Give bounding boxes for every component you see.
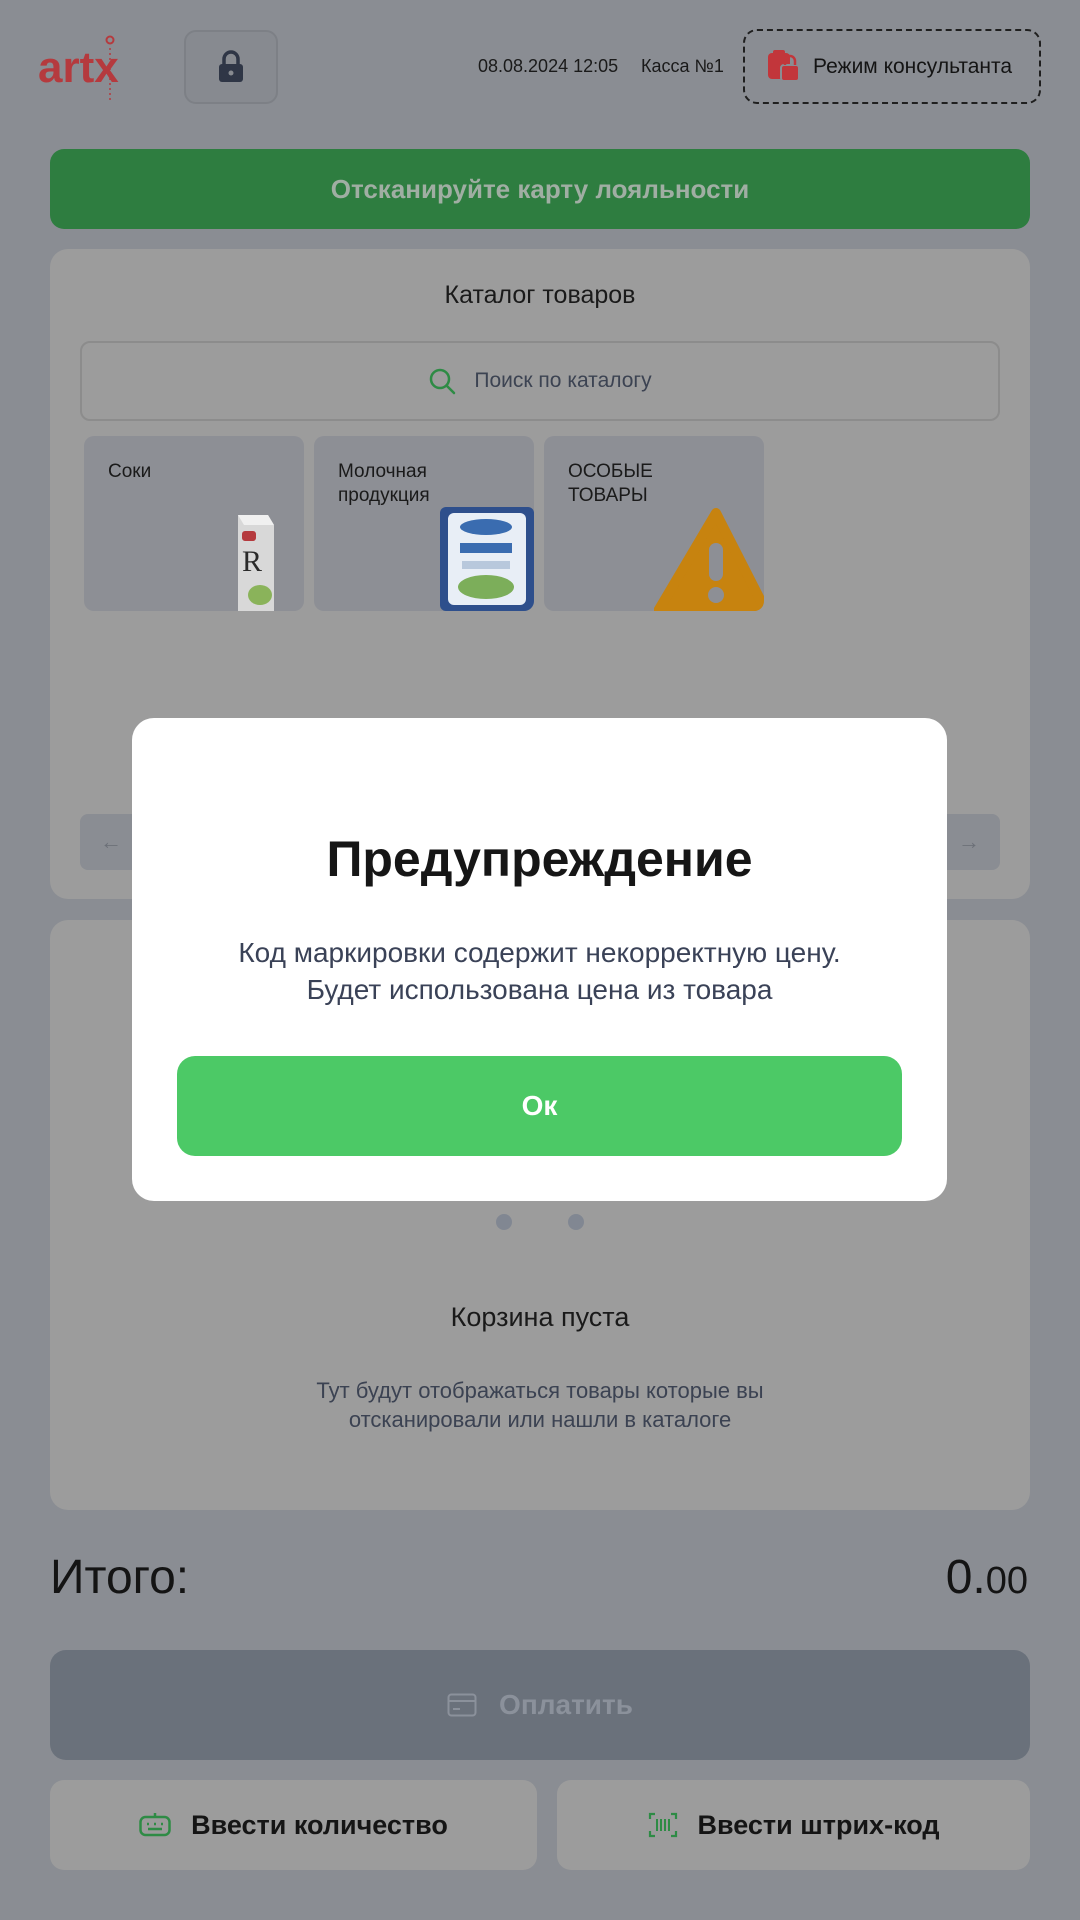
total-label: Итого: <box>50 1551 190 1604</box>
enter-barcode-button[interactable]: Ввести штрих-код <box>557 1780 1030 1870</box>
warning-icon <box>654 508 764 611</box>
total-cents: 00 <box>985 1560 1028 1602</box>
category-tile-juices[interactable]: Соки R <box>84 436 304 611</box>
enter-barcode-label: Ввести штрих-код <box>697 1809 940 1840</box>
page-dot[interactable] <box>568 1214 584 1230</box>
total-amount: 0.00 <box>946 1550 1028 1605</box>
consultant-mode-label: Режим консультанта <box>813 54 1013 78</box>
dialog-message-line-1: Код маркировки содержит некорректную цен… <box>238 937 841 968</box>
search-placeholder: Поиск по каталогу <box>474 369 652 392</box>
pay-label: Оплатить <box>499 1689 633 1720</box>
enter-quantity-label: Ввести количество <box>191 1809 448 1840</box>
svg-text:R: R <box>242 545 262 578</box>
consultant-icon <box>768 49 800 82</box>
ok-label: Ок <box>521 1090 558 1121</box>
category-tile-dairy[interactable]: Молочная продукция <box>314 436 534 611</box>
total-whole: 0. <box>945 1551 986 1604</box>
logo-text: artx <box>38 43 119 92</box>
lock-icon <box>219 50 243 82</box>
lock-button[interactable] <box>184 30 278 104</box>
consultant-mode-button[interactable]: Режим консультанта <box>743 29 1041 104</box>
page-dot[interactable] <box>496 1214 512 1230</box>
catalog-search-input[interactable]: Поиск по каталогу <box>80 341 1000 421</box>
artx-logo: artx <box>38 32 148 106</box>
keyboard-icon <box>139 1813 171 1837</box>
page-dots <box>50 1214 1030 1230</box>
juice-carton-image: R <box>238 515 274 611</box>
ok-button[interactable]: Ок <box>177 1056 902 1156</box>
arrow-right-icon: → <box>958 829 980 854</box>
category-name: Соки <box>108 461 152 482</box>
cart-empty-text: Тут будут отображаться товары которые вы… <box>50 1376 1030 1434</box>
milk-pack-image <box>440 507 534 611</box>
loyalty-card-banner[interactable]: Отсканируйте карту лояльности <box>50 149 1030 229</box>
dialog-message-line-2: Будет использована цена из товара <box>306 974 773 1005</box>
cart-empty-title: Корзина пуста <box>450 1302 630 1332</box>
catalog-title: Каталог товаров <box>444 281 636 309</box>
datetime: 08.08.2024 12:05 <box>478 56 619 76</box>
category-tile-special[interactable]: ОСОБЫЕ ТОВАРЫ <box>544 436 764 611</box>
category-tiles: Соки R Молочная продукция ОСОБЫЕ ТОВАРЫ <box>84 436 764 611</box>
catalog-next-button[interactable]: → <box>938 814 1000 870</box>
category-name: ОСОБЫЕ ТОВАРЫ <box>568 461 653 506</box>
arrow-left-icon: ← <box>100 829 122 854</box>
warning-dialog: Предупреждение Код маркировки содержит н… <box>132 718 947 1201</box>
card-icon <box>447 1693 477 1717</box>
loyalty-label: Отсканируйте карту лояльности <box>330 173 750 204</box>
search-icon <box>430 368 456 395</box>
register-number: Касса №1 <box>641 56 724 76</box>
dialog-message: Код маркировки содержит некорректную цен… <box>132 934 947 1008</box>
pay-button[interactable]: Оплатить <box>50 1650 1030 1760</box>
barcode-icon <box>648 1812 677 1838</box>
header: artx 08.08.2024 12:05 Касса №1 Режим кон… <box>0 0 1080 140</box>
dialog-title: Предупреждение <box>326 831 753 887</box>
cart-empty-text-content: Тут будут отображаться товары которые вы… <box>316 1378 764 1432</box>
enter-quantity-button[interactable]: Ввести количество <box>50 1780 537 1870</box>
category-name: Молочная продукция <box>338 461 430 506</box>
